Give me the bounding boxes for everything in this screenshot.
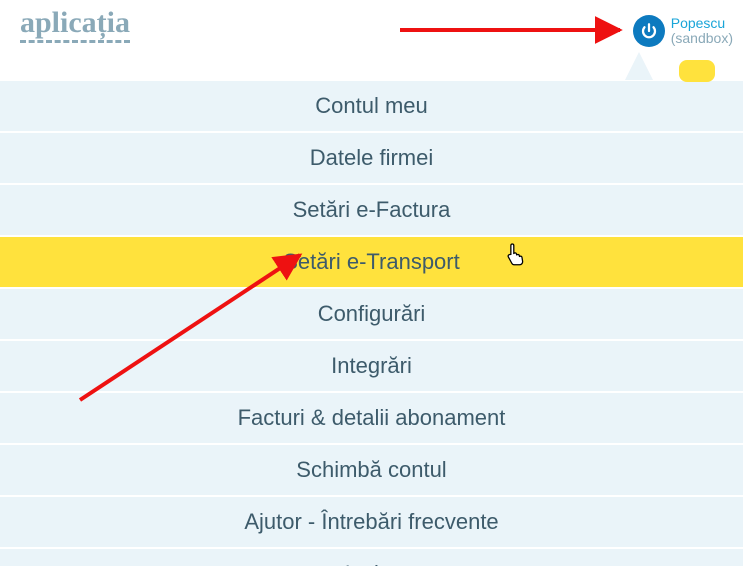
- menu-item-config[interactable]: Configurări: [0, 288, 743, 340]
- power-icon: [633, 15, 665, 47]
- menu-bubble-tail-inner: [628, 55, 652, 80]
- header-accent-chip: [679, 60, 715, 82]
- menu-item-account[interactable]: Contul meu: [0, 80, 743, 132]
- menu-item-efactura[interactable]: Setări e-Factura: [0, 184, 743, 236]
- menu-item-help[interactable]: Ajutor - Întrebări frecvente: [0, 496, 743, 548]
- menu-item-switch[interactable]: Schimbă contul: [0, 444, 743, 496]
- menu-item-label: Datele firmei: [310, 145, 433, 170]
- user-sub: (sandbox): [671, 30, 733, 46]
- menu-item-label: Contul meu: [315, 93, 428, 118]
- menu-item-integrations[interactable]: Integrări: [0, 340, 743, 392]
- menu-item-label: Setări e-Factura: [293, 197, 451, 222]
- menu-item-label: Ajutor - Întrebări frecvente: [244, 509, 498, 534]
- menu-item-etransport[interactable]: Setări e-Transport: [0, 236, 743, 288]
- user-dropdown-menu: Contul meu Datele firmei Setări e-Factur…: [0, 80, 743, 566]
- user-name: Popescu: [671, 15, 725, 31]
- user-label: Popescu (sandbox): [671, 16, 733, 47]
- menu-item-label: Integrări: [331, 353, 412, 378]
- menu-item-label: Schimbă contul: [296, 457, 446, 482]
- menu-item-label: Setări e-Transport: [283, 249, 459, 274]
- menu-item-logout[interactable]: Ieșire: [0, 548, 743, 566]
- menu-item-company[interactable]: Datele firmei: [0, 132, 743, 184]
- menu-item-billing[interactable]: Facturi & detalii abonament: [0, 392, 743, 444]
- app-logo-top: aplicația: [20, 8, 130, 43]
- menu-item-label: Configurări: [318, 301, 426, 326]
- menu-item-label: Ieșire: [345, 561, 399, 566]
- user-menu-trigger[interactable]: Popescu (sandbox): [633, 15, 733, 47]
- header: aplicația Popescu (sandbox): [0, 0, 743, 80]
- menu-item-label: Facturi & detalii abonament: [238, 405, 506, 430]
